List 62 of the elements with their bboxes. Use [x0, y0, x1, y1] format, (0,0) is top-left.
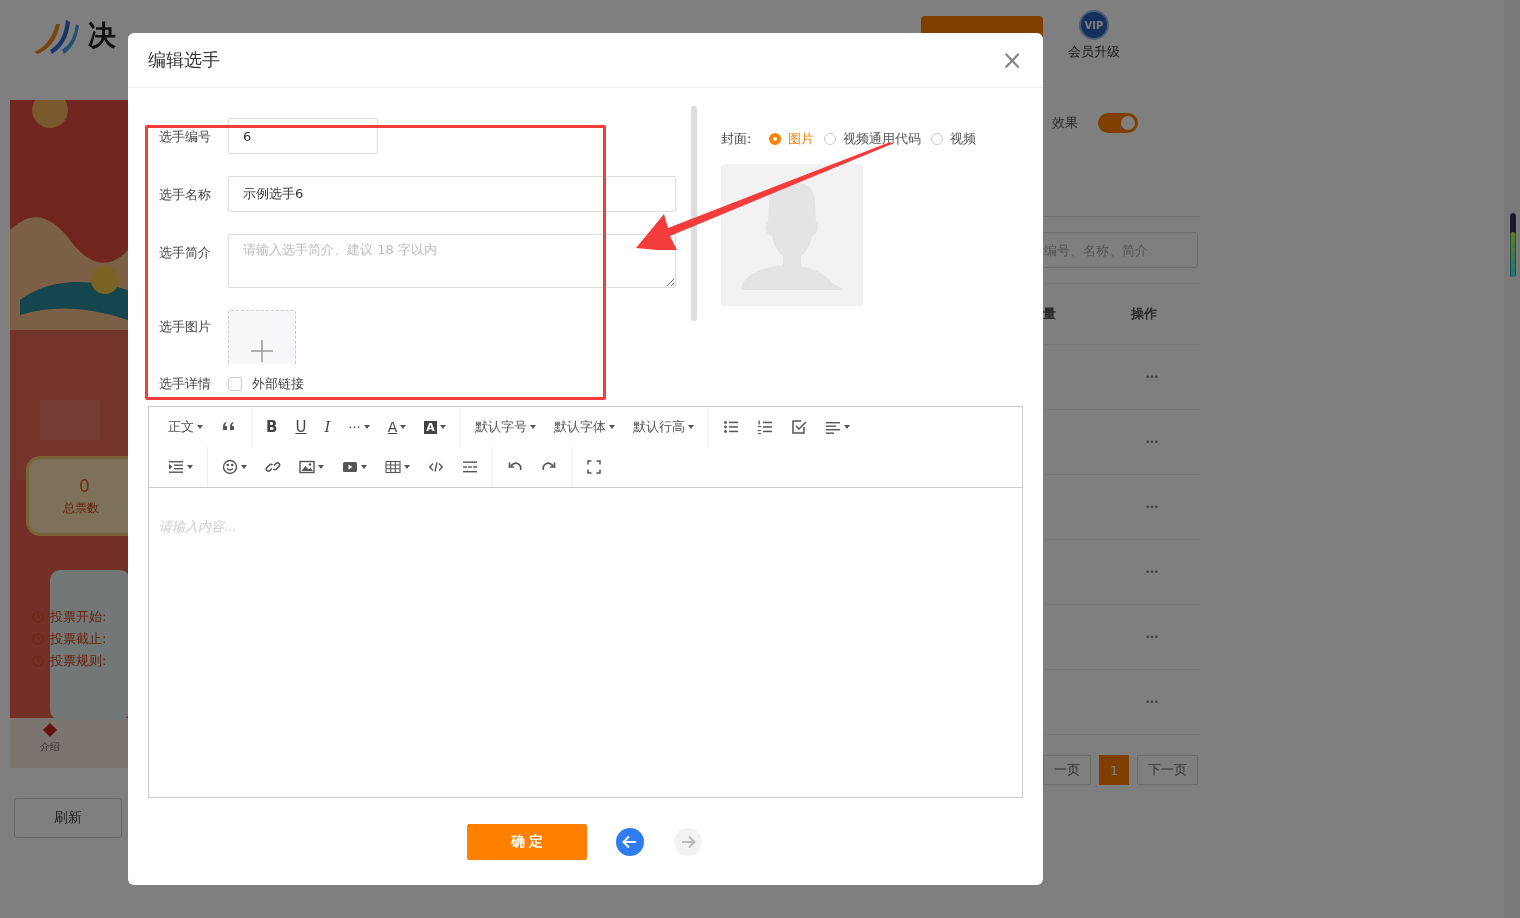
toolbar-italic-button[interactable]: I [315, 412, 340, 442]
toolbar-bold-button[interactable]: B [257, 412, 287, 442]
radio-option[interactable]: 图片 [769, 130, 815, 148]
numbers-icon [756, 419, 773, 435]
more-actions-button[interactable]: ••• [1145, 372, 1158, 382]
column-header: 操作 [1131, 305, 1157, 323]
bullets-icon [722, 419, 739, 435]
toolbar-text-button[interactable]: 默认字体 [544, 412, 624, 442]
toolbar-fill-button[interactable]: A [415, 412, 455, 442]
todo-icon [790, 419, 807, 435]
toolbar-text-button[interactable]: 正文 [159, 412, 212, 442]
toggle-switch[interactable] [1098, 113, 1138, 133]
level-meter-icon [1509, 212, 1517, 278]
avatar-placeholder-icon [721, 164, 863, 306]
link-icon [265, 459, 281, 475]
field-label: 选手编号 [158, 128, 212, 146]
image-icon [299, 459, 315, 475]
toggle-label: 效果 [1052, 114, 1078, 132]
logo-text: 决 [88, 18, 116, 54]
more-actions-button[interactable]: ••• [1145, 632, 1158, 642]
vote-count: 0 [79, 475, 90, 496]
column-header: 量 [1043, 305, 1056, 323]
field-label: 选手简介 [158, 244, 212, 262]
checkbox[interactable] [228, 377, 242, 391]
checkbox-label: 外部链接 [252, 375, 304, 393]
info-text: 投票规则: [50, 652, 107, 670]
intro-tab[interactable]: 介绍 [40, 722, 60, 754]
field-label: 选手图片 [158, 318, 212, 336]
refresh-button[interactable]: 刷新 [14, 798, 122, 838]
more-actions-button[interactable]: ••• [1145, 437, 1158, 447]
field-label: 选手详情 [158, 375, 212, 393]
text-field[interactable]: 示例选手6 [228, 176, 676, 212]
info-text: 投票截止: [50, 630, 107, 648]
more-actions-button[interactable]: ••• [1145, 502, 1158, 512]
field-label: 选手名称 [158, 186, 212, 204]
radio-option[interactable]: 视频通用代码 [824, 130, 922, 148]
vip-upgrade-link[interactable]: VIP 会员升级 [1068, 10, 1120, 61]
toolbar-text-button[interactable]: ··· [339, 412, 379, 442]
toolbar-text-button[interactable]: 默认字号 [465, 412, 545, 442]
description-field[interactable]: 请输入选手简介、建议 18 字以内 [228, 234, 676, 288]
align-icon [824, 419, 841, 435]
indent-icon [168, 459, 184, 475]
info-text: 投票开始: [50, 608, 107, 626]
more-actions-button[interactable]: ••• [1145, 567, 1158, 577]
close-button[interactable]: × [997, 47, 1027, 73]
table-icon [385, 459, 401, 475]
toolbar-text-button[interactable]: 默认行高 [623, 412, 703, 442]
text-field[interactable]: 6 [228, 118, 378, 154]
cover-label: 封面: [721, 130, 752, 148]
vote-count-label: 总票数 [63, 499, 99, 517]
divider-icon [462, 459, 478, 475]
video-icon [342, 459, 358, 475]
code-icon [428, 459, 444, 475]
plus-icon [250, 339, 274, 363]
radio-option[interactable]: 视频 [931, 130, 977, 148]
more-actions-button[interactable]: ••• [1145, 697, 1158, 707]
toolbar-color-button[interactable]: A [378, 412, 416, 442]
dialog-title: 编辑选手 [148, 48, 220, 72]
toolbar-underline-button[interactable]: U [286, 412, 316, 442]
confirm-button[interactable]: 确 定 [467, 823, 587, 860]
emoji-icon [222, 459, 238, 475]
fullscreen-icon [586, 459, 602, 475]
